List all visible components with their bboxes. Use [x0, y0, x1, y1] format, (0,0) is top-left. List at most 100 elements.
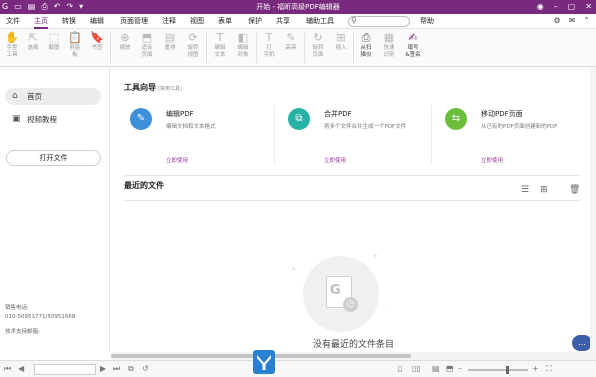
zoom-slider[interactable]: [468, 369, 528, 371]
left-sidebar: ⌂ 首页 ▣ 视频教程 打开文件 销售电话: 010-50951771/5095…: [0, 67, 110, 352]
menu-page-management[interactable]: 页面管理: [120, 16, 148, 27]
tool-card-desc: 将多个文件合并生成一个PDF文件: [324, 124, 407, 130]
last-page-icon[interactable]: ⏭: [113, 363, 120, 375]
prev-page-icon[interactable]: ◀: [18, 363, 24, 375]
menu-comment[interactable]: 注释: [162, 16, 176, 27]
page-number-input[interactable]: [34, 364, 96, 375]
two-page-icon[interactable]: ▯▯: [412, 363, 421, 375]
snapshot-icon: ⬚: [48, 31, 60, 44]
watermark-logo: [253, 350, 275, 374]
window-title: 开始 - 福昕高级PDF编辑器: [256, 3, 340, 11]
single-page-icon[interactable]: ▯: [398, 363, 402, 375]
bookmark-button[interactable]: 🔖 书签: [86, 31, 108, 52]
status-bar: ⏮ ◀ ▶ ⏭ ⧉ ↺ ▯ ▯▯ ▤ ⬒ – + ⛶: [0, 360, 596, 377]
zoom-out-icon[interactable]: –: [458, 363, 462, 375]
menu-view[interactable]: 视图: [190, 16, 204, 27]
sidebar-item-home[interactable]: ⌂ 首页: [5, 88, 101, 105]
reflow-button[interactable]: ▤ 重排: [159, 31, 181, 52]
rotate-page-button[interactable]: ↻ 旋转 页面: [307, 31, 329, 59]
feedback-chat-button[interactable]: …: [572, 335, 592, 351]
menu-edit[interactable]: 编辑: [90, 16, 104, 27]
fill-sign-icon: ✍: [408, 31, 418, 44]
list-view-icon[interactable]: ☰: [521, 185, 529, 195]
menu-help[interactable]: 帮助: [420, 16, 434, 27]
move-pages-icon: ⇆: [445, 108, 467, 130]
tool-card-move-pages[interactable]: ⇆ 移动PDF页面 从已有的PDF页面创建新的PDF 立即使用: [439, 105, 589, 167]
typewriter-button[interactable]: T打 字机: [258, 31, 280, 59]
highlight-button[interactable]: ✎ 高亮: [280, 31, 302, 52]
tool-card-desc: 从已有的PDF页面创建新的PDF: [481, 124, 558, 130]
fit-page-button[interactable]: ⬒ 适合 页面: [136, 31, 158, 59]
sidebar-item-label: 首页: [27, 92, 42, 101]
grid-view-icon[interactable]: ⊞: [540, 185, 548, 195]
zoom-button[interactable]: ⊕ 缩放: [114, 31, 136, 52]
fill-sign-button[interactable]: ✍ 填写 &签名: [402, 31, 424, 59]
use-now-link[interactable]: 立即使用: [324, 156, 346, 164]
sidebar-item-video-tutorials[interactable]: ▣ 视频教程: [5, 111, 101, 128]
sidebar-item-label: 视频教程: [27, 115, 57, 124]
open-file-button[interactable]: 打开文件: [6, 150, 101, 166]
ribbon-toolbar: ✋ 手型 工具 ⇱ 选择 ⬚ 截图 📋 剪贴 板 🔖 书签 ⊕ 缩放 ⬒ 适合 页面 ▤ 重排 …: [0, 29, 596, 67]
first-page-icon[interactable]: ⏮: [4, 363, 11, 375]
ribbon-collapse-icon[interactable]: ⌃: [583, 15, 590, 27]
maximize-icon[interactable]: ▢: [568, 1, 576, 13]
menu-protect[interactable]: 保护: [248, 16, 262, 27]
from-scanner-button[interactable]: ⎙ 从扫 描仪: [355, 31, 377, 59]
highlight-icon: ✎: [286, 31, 296, 44]
view-toggle: ☰ ⊞: [521, 185, 548, 195]
sales-phone-label: 销售电话:: [5, 305, 29, 311]
recent-files-title: 最近的文件: [124, 181, 164, 190]
rotate-page-icon: ↻: [313, 31, 323, 44]
ribbon-separator: [206, 33, 207, 63]
use-now-link[interactable]: 立即使用: [481, 156, 503, 164]
chat-icon[interactable]: ✉: [569, 15, 576, 27]
vertical-scrollbar[interactable]: [590, 67, 596, 352]
delete-icon[interactable]: 🗑: [569, 185, 580, 195]
hand-tool-button[interactable]: ✋ 手型 工具: [1, 31, 23, 59]
rotate-view-button[interactable]: ⟳ 旋转 视图: [182, 31, 204, 59]
quick-ocr-button[interactable]: ▦ 快速 识别: [378, 31, 400, 59]
edit-pdf-icon: ✎: [130, 108, 152, 130]
ribbon-separator: [256, 33, 257, 63]
search-box[interactable]: ⚲: [348, 16, 410, 27]
minimize-icon[interactable]: –: [554, 1, 558, 13]
sales-phone-number: 010-50951771/50951668: [5, 314, 76, 320]
fullscreen-icon[interactable]: ⛶: [546, 363, 552, 375]
tool-card-edit-pdf[interactable]: ✎ 编辑PDF 编辑文档和文本格式 立即使用: [124, 105, 274, 167]
fit-width-icon[interactable]: ⬒: [446, 363, 454, 375]
insert-button[interactable]: ⊞ 插入: [330, 31, 352, 52]
video-icon: ▣: [12, 114, 21, 124]
snapshot-button[interactable]: ⬚ 截图: [43, 31, 65, 52]
search-input[interactable]: [359, 17, 407, 26]
empty-state-text: 没有最近的文件条目: [312, 340, 394, 350]
close-icon[interactable]: ✕: [585, 1, 592, 13]
decor-dot: ·: [385, 307, 387, 314]
menu-home[interactable]: 主页: [34, 16, 48, 29]
horizontal-scrollbar[interactable]: [111, 352, 596, 360]
select-button[interactable]: ⇱ 选择: [22, 31, 44, 52]
use-now-link[interactable]: 立即使用: [166, 156, 188, 164]
next-page-icon[interactable]: ▶: [100, 363, 106, 375]
edit-object-button[interactable]: ◧ 编辑 对象: [232, 31, 254, 59]
menu-form[interactable]: 表单: [218, 16, 232, 27]
continuous-icon[interactable]: ▤: [432, 363, 440, 375]
zoom-in-icon[interactable]: +: [532, 363, 539, 375]
copy-page-icon[interactable]: ⧉: [128, 363, 134, 375]
clipboard-button[interactable]: 📋 剪贴 板: [64, 31, 86, 59]
settings-icon[interactable]: ⚙: [553, 15, 560, 27]
tool-card-desc: 编辑文档和文本格式: [166, 124, 216, 130]
home-icon: ⌂: [12, 91, 18, 101]
clock-icon: ◷: [343, 297, 358, 312]
edit-text-button[interactable]: T 编辑 文本: [209, 31, 231, 59]
menu-file[interactable]: 文件: [6, 16, 20, 27]
card-divider: [431, 105, 432, 165]
menu-accessibility[interactable]: 辅助工具: [306, 16, 334, 27]
nav-back-icon[interactable]: ↺: [142, 363, 149, 375]
menu-convert[interactable]: 转换: [62, 16, 76, 27]
search-icon: ⚲: [351, 16, 357, 25]
tool-card-merge-pdf[interactable]: ⧉ 合并PDF 将多个文件合并生成一个PDF文件 立即使用: [282, 105, 432, 167]
select-icon: ⇱: [28, 31, 38, 44]
account-icon[interactable]: ◉: [537, 1, 544, 13]
zoom-slider-handle[interactable]: [506, 366, 509, 374]
menu-share[interactable]: 共享: [276, 16, 290, 27]
